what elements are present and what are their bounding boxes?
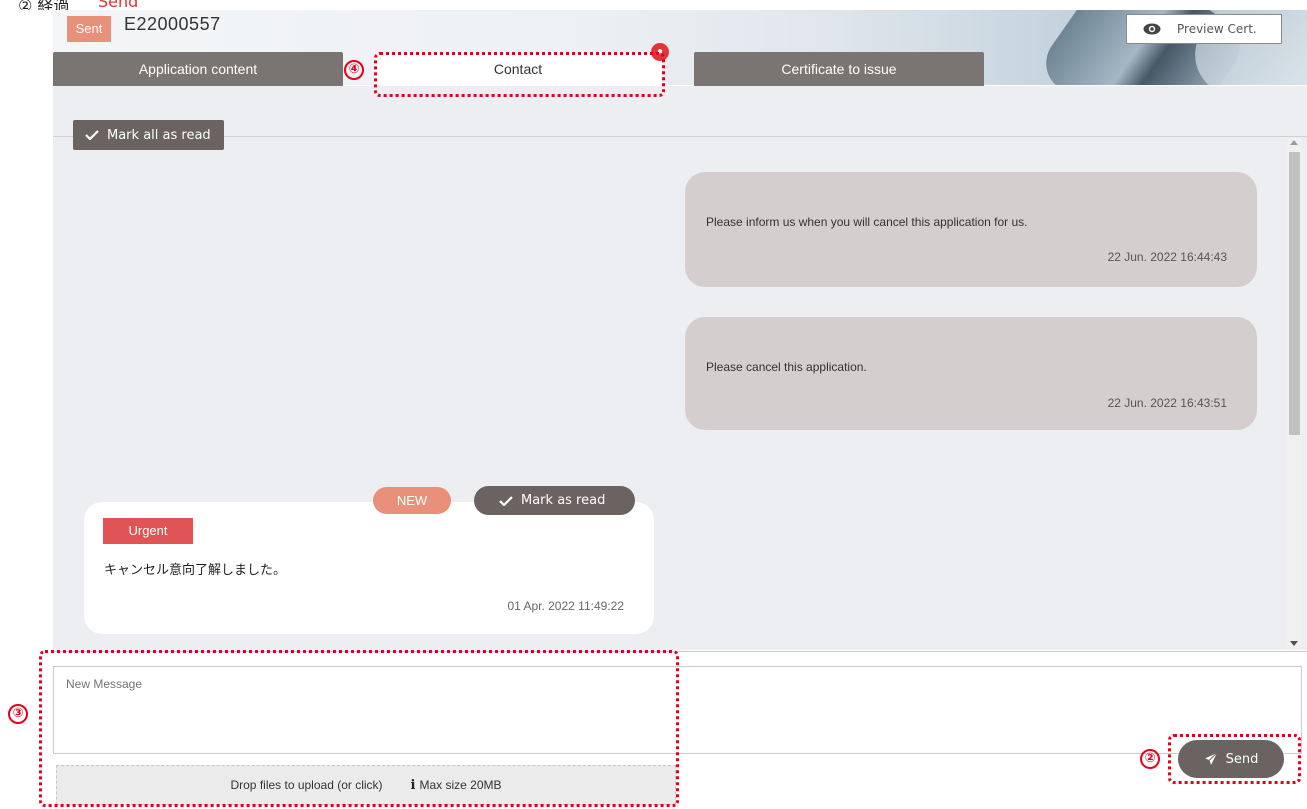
new-badge: NEW	[373, 487, 451, 514]
scroll-down-icon[interactable]	[1290, 641, 1298, 646]
eye-icon	[1143, 23, 1161, 35]
annotation-label-4: ④	[344, 60, 364, 80]
annotation-number-3: ③	[8, 702, 28, 724]
message-text: キャンセル意向了解しました。	[104, 563, 287, 578]
paper-plane-icon	[1204, 752, 1217, 765]
preview-cert-button[interactable]: Preview Cert.	[1126, 14, 1282, 44]
max-size-info: i Max size 20MB	[411, 778, 502, 793]
divider	[53, 651, 1307, 652]
preview-cert-label: Preview Cert.	[1177, 22, 1257, 36]
send-button[interactable]: Send	[1178, 740, 1284, 778]
tab-certificate-to-issue[interactable]: Certificate to issue	[694, 52, 984, 86]
file-drop-zone[interactable]: Drop files to upload (or click) i Max si…	[56, 765, 676, 805]
max-size-label: Max size 20MB	[419, 778, 502, 792]
tab-application-content[interactable]: Application content	[53, 52, 343, 86]
screen: ② 経過 Send Sent E22000557 Preview Cert. A…	[0, 0, 1307, 809]
outgoing-message: Please cancel this application. 22 Jun. …	[685, 317, 1257, 430]
top-fragment-strip: ② 経過 Send	[0, 0, 1307, 10]
scrollbar-thumb[interactable]	[1289, 152, 1300, 435]
message-timestamp: 22 Jun. 2022 16:43:51	[1107, 396, 1227, 410]
new-message-input[interactable]	[53, 666, 1302, 754]
annotation-number-2: ②	[1140, 747, 1160, 769]
annotation-label-3: ③	[8, 704, 28, 724]
tab-contact[interactable]: Contact	[374, 52, 662, 86]
message-timestamp: 01 Apr. 2022 11:49:22	[507, 599, 624, 613]
info-icon: i	[410, 777, 416, 793]
mark-all-as-read-label: Mark all as read	[107, 127, 211, 143]
check-icon	[499, 495, 513, 506]
send-label: Send	[1225, 751, 1259, 767]
message-timestamp: 22 Jun. 2022 16:44:43	[1107, 250, 1227, 264]
status-badge: Sent	[67, 16, 111, 42]
application-id: E22000557	[124, 14, 221, 34]
outgoing-message: Please inform us when you will cancel th…	[685, 172, 1257, 287]
divider	[53, 136, 1307, 137]
message-text: Please cancel this application.	[706, 360, 867, 374]
incoming-message: Urgent キャンセル意向了解しました。 01 Apr. 2022 11:49…	[84, 502, 654, 634]
annotation-number-4: ④	[344, 58, 364, 80]
message-text: Please inform us when you will cancel th…	[706, 215, 1028, 229]
check-icon	[85, 130, 99, 140]
annotation-label-2: ②	[1140, 749, 1160, 769]
mark-as-read-button[interactable]: Mark as read	[474, 486, 635, 515]
urgent-badge: Urgent	[103, 518, 193, 544]
mark-as-read-label: Mark as read	[521, 493, 606, 508]
tab-notification-badge: ●	[651, 43, 669, 61]
scroll-up-icon[interactable]	[1290, 140, 1298, 145]
top-fragment-text: ② 経過	[18, 0, 70, 10]
drop-zone-label: Drop files to upload (or click)	[230, 778, 383, 792]
top-fragment-red: Send	[98, 0, 139, 10]
mark-all-as-read-button[interactable]: Mark all as read	[73, 120, 224, 150]
